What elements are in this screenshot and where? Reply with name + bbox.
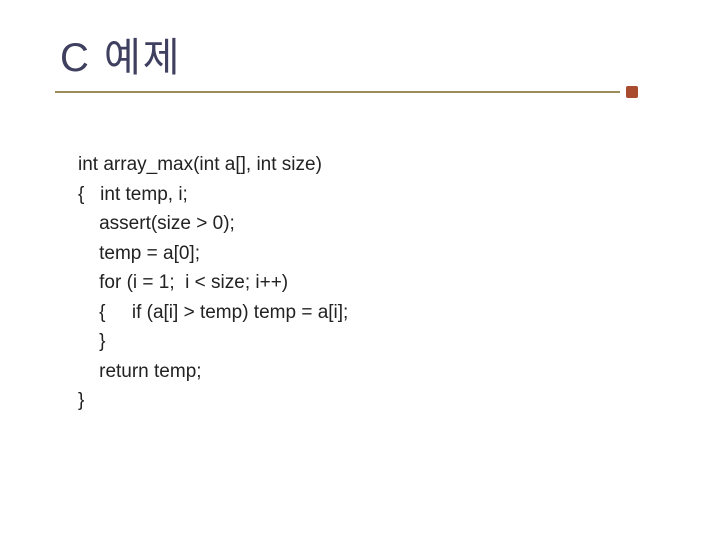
code-line-6: { if (a[i] > temp) temp = a[i]; [78, 302, 348, 323]
code-line-4: temp = a[0]; [78, 243, 200, 264]
code-line-1: int array_max(int a[], int size) [78, 154, 322, 175]
code-line-3: assert(size > 0); [78, 213, 235, 234]
code-line-7: } [78, 331, 105, 352]
code-block: int array_max(int a[], int size) { int t… [78, 121, 670, 445]
code-line-5: for (i = 1; i < size; i++) [78, 272, 288, 293]
slide-container: C 예제 int array_max(int a[], int size) { … [0, 0, 720, 540]
title-divider [55, 91, 620, 93]
code-line-9: } [78, 390, 84, 411]
code-line-2: { int temp, i; [78, 184, 188, 205]
title-row: C 예제 [60, 25, 670, 83]
code-line-8: return temp; [78, 361, 202, 382]
slide-title: C 예제 [60, 25, 182, 83]
